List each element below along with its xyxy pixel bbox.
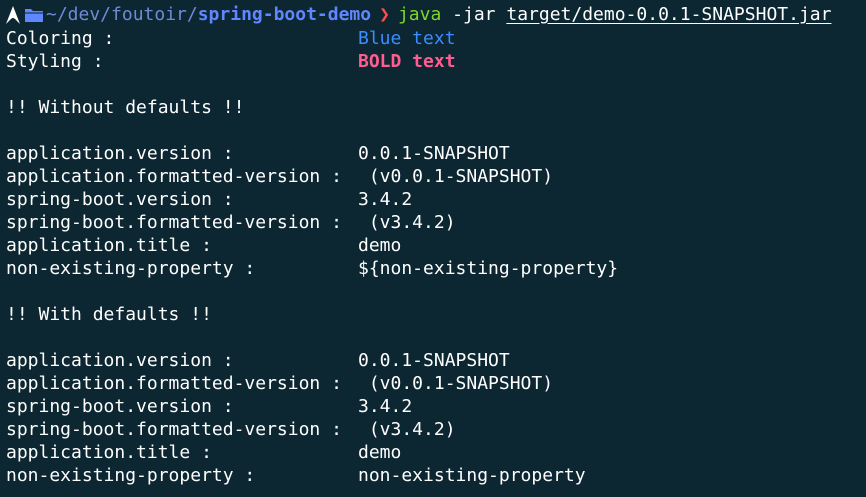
property-value: non-existing-property — [358, 465, 586, 486]
property-value: (v3.4.2) — [358, 212, 456, 233]
property-label: application.formatted-version : — [6, 373, 342, 394]
styling-line: Styling : BOLD text — [6, 50, 866, 73]
output-row: application.version : 0.0.1-SNAPSHOT — [6, 349, 866, 372]
property-value: 3.4.2 — [358, 396, 413, 417]
output-row: application.title : demo — [6, 234, 866, 257]
shell-prompt: ~/dev/foutoir/spring-boot-demo ❯ java -jar… — [6, 2, 866, 27]
output-row: application.title : demo — [6, 441, 866, 464]
property-value: 0.0.1-SNAPSHOT — [358, 143, 510, 164]
output-row: application.version : 0.0.1-SNAPSHOT — [6, 142, 866, 165]
property-value: (v3.4.2) — [358, 419, 456, 440]
without-defaults-heading: !! Without defaults !! — [6, 97, 245, 118]
arch-linux-icon — [6, 5, 20, 24]
jar-path-link[interactable]: target/demo-0.0.1-SNAPSHOT.jar — [506, 2, 831, 27]
folder-icon — [25, 8, 43, 22]
output-row: non-existing-property : non-existing-prop… — [6, 464, 866, 487]
output-row: spring-boot.version : 3.4.2 — [6, 395, 866, 418]
property-label: application.title : — [6, 442, 212, 463]
property-value: ${non-existing-property} — [358, 258, 619, 279]
property-label: non-existing-property : — [6, 258, 256, 279]
property-label: spring-boot.version : — [6, 189, 234, 210]
property-value: (v0.0.1-SNAPSHOT) — [358, 166, 554, 187]
property-label: spring-boot.version : — [6, 396, 234, 417]
property-label: application.version : — [6, 350, 234, 371]
output-row: spring-boot.formatted-version : (v3.4.2) — [6, 211, 866, 234]
property-value: 0.0.1-SNAPSHOT — [358, 350, 510, 371]
coloring-line: Coloring : Blue text — [6, 27, 866, 50]
property-label: application.formatted-version : — [6, 166, 342, 187]
command-args: -jar — [452, 4, 496, 25]
property-label: non-existing-property : — [6, 465, 256, 486]
prompt-path-prefix: ~/dev/foutoir/ — [46, 4, 198, 25]
property-value: demo — [358, 442, 402, 463]
property-label: spring-boot.formatted-version : — [6, 212, 342, 233]
property-value: demo — [358, 235, 402, 256]
coloring-value: Blue text — [358, 28, 456, 49]
property-value: 3.4.2 — [358, 189, 413, 210]
command-name: java — [397, 4, 442, 25]
prompt-path-dir: spring-boot-demo — [197, 4, 372, 25]
styling-value: BOLD text — [358, 51, 456, 72]
property-label: application.version : — [6, 143, 234, 164]
styling-label: Styling : — [6, 51, 104, 72]
output-row: non-existing-property : ${non-existing-pr… — [6, 257, 866, 280]
output-row: application.formatted-version : (v0.0.1-… — [6, 372, 866, 395]
property-value: (v0.0.1-SNAPSHOT) — [358, 373, 554, 394]
property-label: spring-boot.formatted-version : — [6, 419, 342, 440]
output-row: spring-boot.version : 3.4.2 — [6, 188, 866, 211]
output-row: spring-boot.formatted-version : (v3.4.2) — [6, 418, 866, 441]
terminal-window[interactable]: ~/dev/foutoir/spring-boot-demo ❯ java -jar… — [0, 0, 866, 497]
with-defaults-heading: !! With defaults !! — [6, 304, 212, 325]
command-space-2 — [496, 2, 507, 27]
prompt-chevron: ❯ — [379, 4, 390, 25]
output-row: application.formatted-version : (v0.0.1-… — [6, 165, 866, 188]
coloring-label: Coloring : — [6, 28, 115, 49]
command-space-1 — [441, 2, 452, 27]
property-label: application.title : — [6, 235, 212, 256]
